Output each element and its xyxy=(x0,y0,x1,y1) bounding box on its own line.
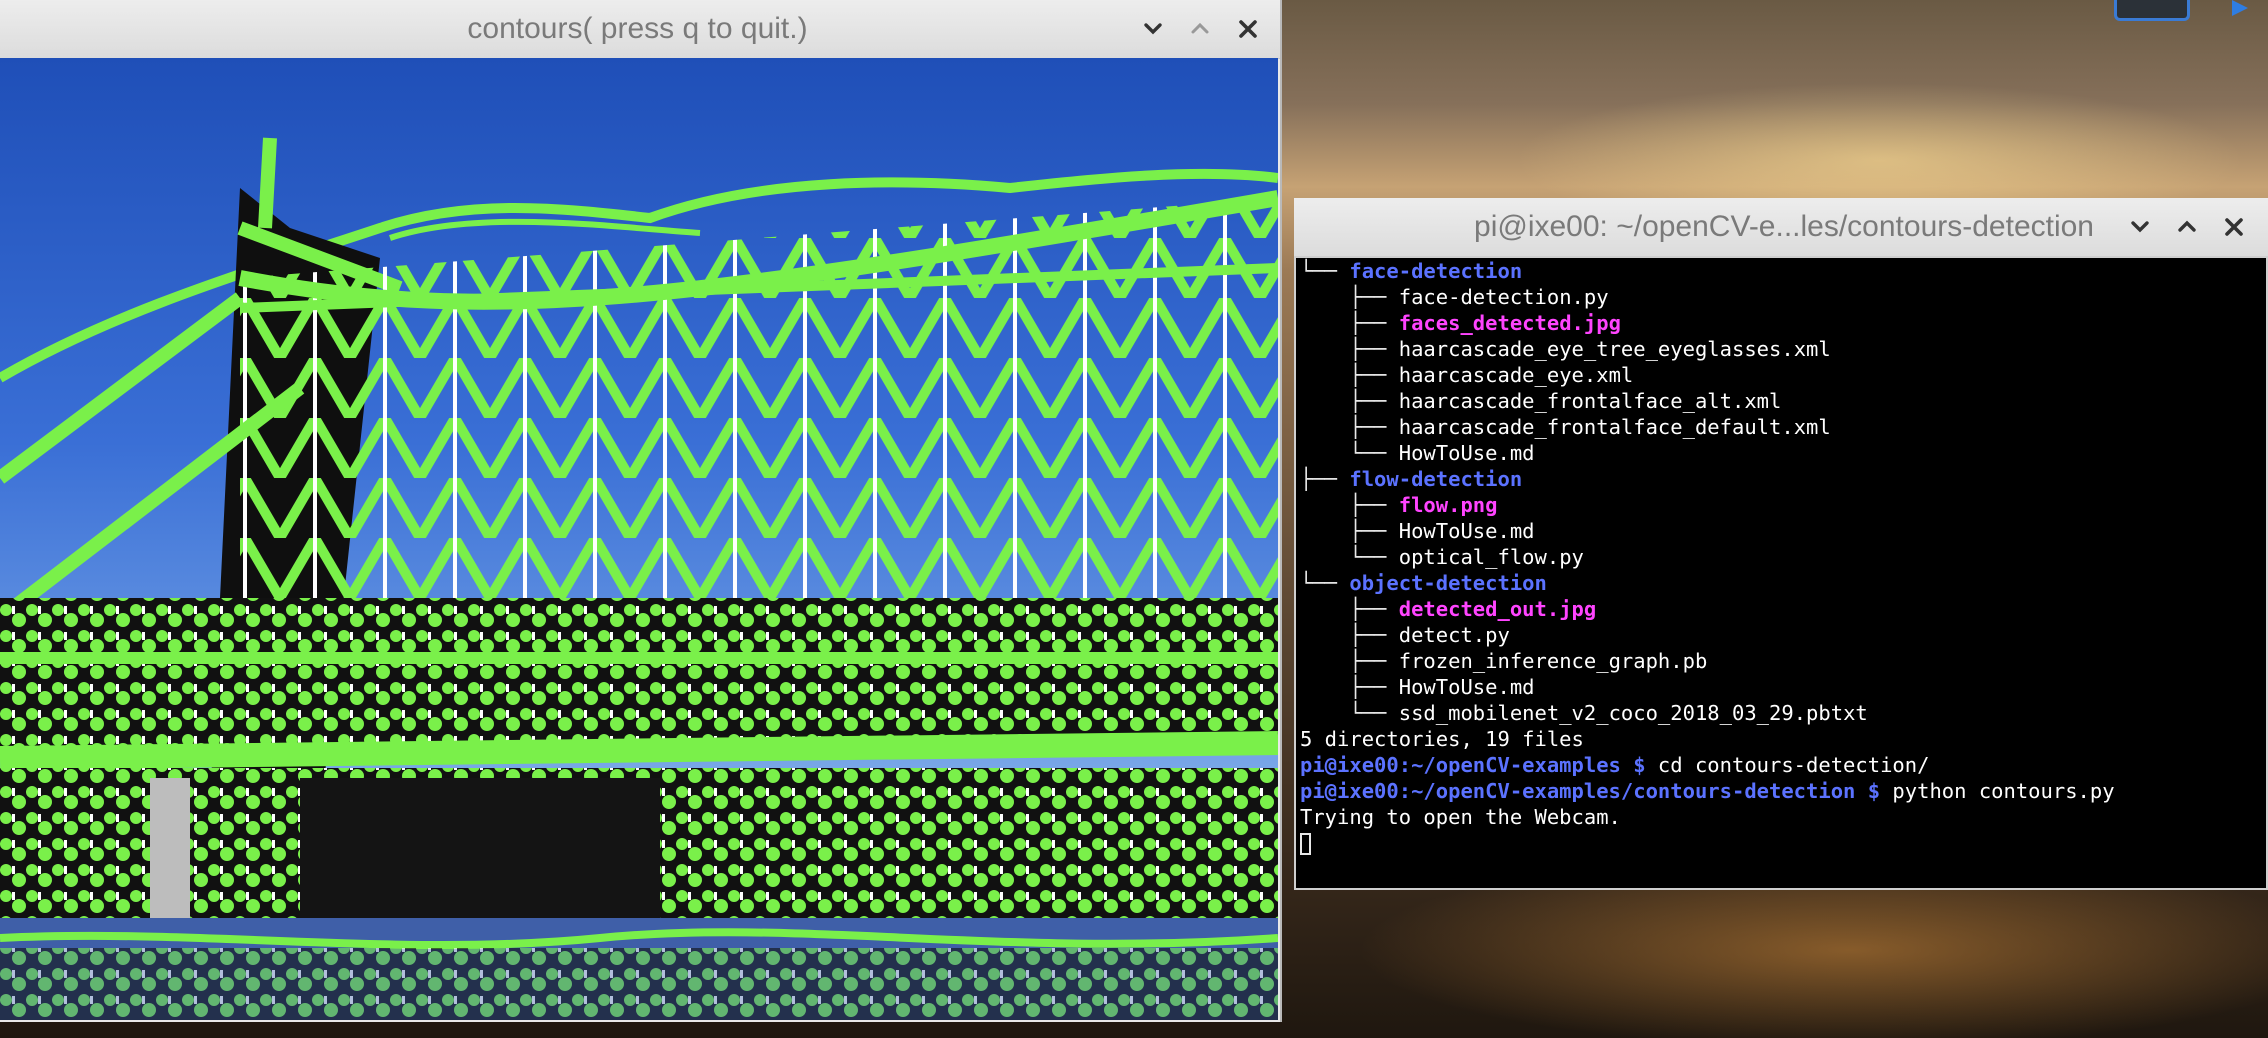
tree-branch: ├── xyxy=(1300,389,1399,413)
tree-file-line: ├── HowToUse.md xyxy=(1300,674,1535,700)
summary-line: 5 directories, 19 files xyxy=(1300,727,1584,751)
file-name: haarcascade_frontalface_alt.xml xyxy=(1398,389,1782,413)
file-name: faces_detected.jpg xyxy=(1398,311,1621,335)
tree-file-line: ├── frozen_inference_graph.pb xyxy=(1300,648,1707,674)
file-name: haarcascade_frontalface_default.xml xyxy=(1398,415,1831,439)
file-name: face-detection.py xyxy=(1398,285,1609,309)
tree-branch: ├── xyxy=(1300,675,1399,699)
terminal-window[interactable]: pi@ixe00: ~/openCV-e...les/contours-dete… xyxy=(1294,198,2268,890)
tree-branch: └── xyxy=(1300,545,1399,569)
minimize-button[interactable] xyxy=(2123,210,2157,244)
tree-file-line: └── HowToUse.md xyxy=(1300,440,1535,466)
tree-branch: ├── xyxy=(1300,597,1399,621)
tree-branch: ├── xyxy=(1300,519,1399,543)
window-title: contours( press q to quit.) xyxy=(467,12,808,45)
tree-branch: ├── xyxy=(1300,467,1350,491)
close-button[interactable] xyxy=(2217,210,2251,244)
tree-file-line: ├── detect.py xyxy=(1300,622,1510,648)
close-icon xyxy=(2225,218,2243,236)
taskbar-arrow-icon[interactable] xyxy=(2232,0,2248,16)
tree-directory-line: └── object-detection xyxy=(1300,570,1547,596)
cursor-line[interactable] xyxy=(1300,830,1311,856)
contours-titlebar[interactable]: contours( press q to quit.) xyxy=(0,0,1280,59)
tree-file-line: ├── face-detection.py xyxy=(1300,284,1609,310)
command-line-1: pi@ixe00:~/openCV-examples $ cd contours… xyxy=(1300,752,1929,778)
tree-branch: ├── xyxy=(1300,493,1399,517)
directory-name: face-detection xyxy=(1349,259,1523,283)
file-name: frozen_inference_graph.pb xyxy=(1398,649,1708,673)
chevron-down-icon xyxy=(2131,221,2149,233)
tree-file-line: └── ssd_mobilenet_v2_coco_2018_03_29.pbt… xyxy=(1300,700,1868,726)
command-text: python contours.py xyxy=(1892,779,2115,803)
tree-file-line: ├── faces_detected.jpg xyxy=(1300,310,1621,336)
file-name: optical_flow.py xyxy=(1398,545,1584,569)
file-name: flow.png xyxy=(1398,493,1498,517)
file-name: haarcascade_eye.xml xyxy=(1398,363,1634,387)
file-name: detected_out.jpg xyxy=(1398,597,1597,621)
tree-file-line: ├── flow.png xyxy=(1300,492,1498,518)
tree-branch: ├── xyxy=(1300,311,1399,335)
contours-image xyxy=(0,58,1278,1020)
tree-file-line: ├── HowToUse.md xyxy=(1300,518,1535,544)
tree-branch: └── xyxy=(1300,571,1350,595)
file-name: detect.py xyxy=(1398,623,1510,647)
tree-file-line: ├── detected_out.jpg xyxy=(1300,596,1596,622)
file-name: HowToUse.md xyxy=(1398,675,1535,699)
chevron-down-icon xyxy=(1144,23,1162,35)
shell-prompt: pi@ixe00:~/openCV-examples $ xyxy=(1300,753,1658,777)
tree-file-line: ├── haarcascade_frontalface_alt.xml xyxy=(1300,388,1781,414)
program-output: Trying to open the Webcam. xyxy=(1300,805,1621,829)
directory-name: object-detection xyxy=(1349,571,1547,595)
tree-branch: ├── xyxy=(1300,415,1399,439)
window-title: pi@ixe00: ~/openCV-e...les/contours-dete… xyxy=(1474,210,2094,243)
tree-file-line: ├── haarcascade_eye.xml xyxy=(1300,362,1633,388)
terminal-output[interactable]: └── face-detection ├── face-detection.py… xyxy=(1294,256,2268,890)
tree-branch: ├── xyxy=(1300,337,1399,361)
file-name: HowToUse.md xyxy=(1398,519,1535,543)
tree-file-line: ├── haarcascade_frontalface_default.xml xyxy=(1300,414,1831,440)
chevron-up-icon xyxy=(1191,22,1209,34)
terminal-titlebar[interactable]: pi@ixe00: ~/openCV-e...les/contours-dete… xyxy=(1294,198,2268,257)
tree-branch: └── xyxy=(1300,701,1399,725)
close-button[interactable] xyxy=(1231,12,1265,46)
tree-branch: ├── xyxy=(1300,649,1399,673)
tree-branch: ├── xyxy=(1300,285,1399,309)
file-name: HowToUse.md xyxy=(1398,441,1535,465)
directory-name: flow-detection xyxy=(1349,467,1523,491)
tree-directory-line: ├── flow-detection xyxy=(1300,466,1522,492)
file-name: ssd_mobilenet_v2_coco_2018_03_29.pbtxt xyxy=(1398,701,1868,725)
maximize-button[interactable] xyxy=(1183,12,1217,46)
command-line-2: pi@ixe00:~/openCV-examples/contours-dete… xyxy=(1300,778,2115,804)
file-name: haarcascade_eye_tree_eyeglasses.xml xyxy=(1398,337,1831,361)
command-text: cd contours-detection/ xyxy=(1657,753,1930,777)
text-cursor xyxy=(1300,833,1311,855)
taskbar-app-icon[interactable] xyxy=(2114,0,2190,21)
tree-branch: └── xyxy=(1300,441,1399,465)
contours-window[interactable]: contours( press q to quit.) xyxy=(0,0,1282,1022)
tree-directory-line: └── face-detection xyxy=(1300,258,1522,284)
tree-branch: ├── xyxy=(1300,623,1399,647)
tree-file-line: ├── haarcascade_eye_tree_eyeglasses.xml xyxy=(1300,336,1831,362)
tree-branch: └── xyxy=(1300,259,1350,283)
tree-branch: ├── xyxy=(1300,363,1399,387)
chevron-up-icon xyxy=(2178,220,2196,232)
tree-file-line: └── optical_flow.py xyxy=(1300,544,1584,570)
minimize-button[interactable] xyxy=(1136,12,1170,46)
maximize-button[interactable] xyxy=(2170,210,2204,244)
close-icon xyxy=(1239,20,1257,38)
shell-prompt: pi@ixe00:~/openCV-examples/contours-dete… xyxy=(1300,779,1893,803)
